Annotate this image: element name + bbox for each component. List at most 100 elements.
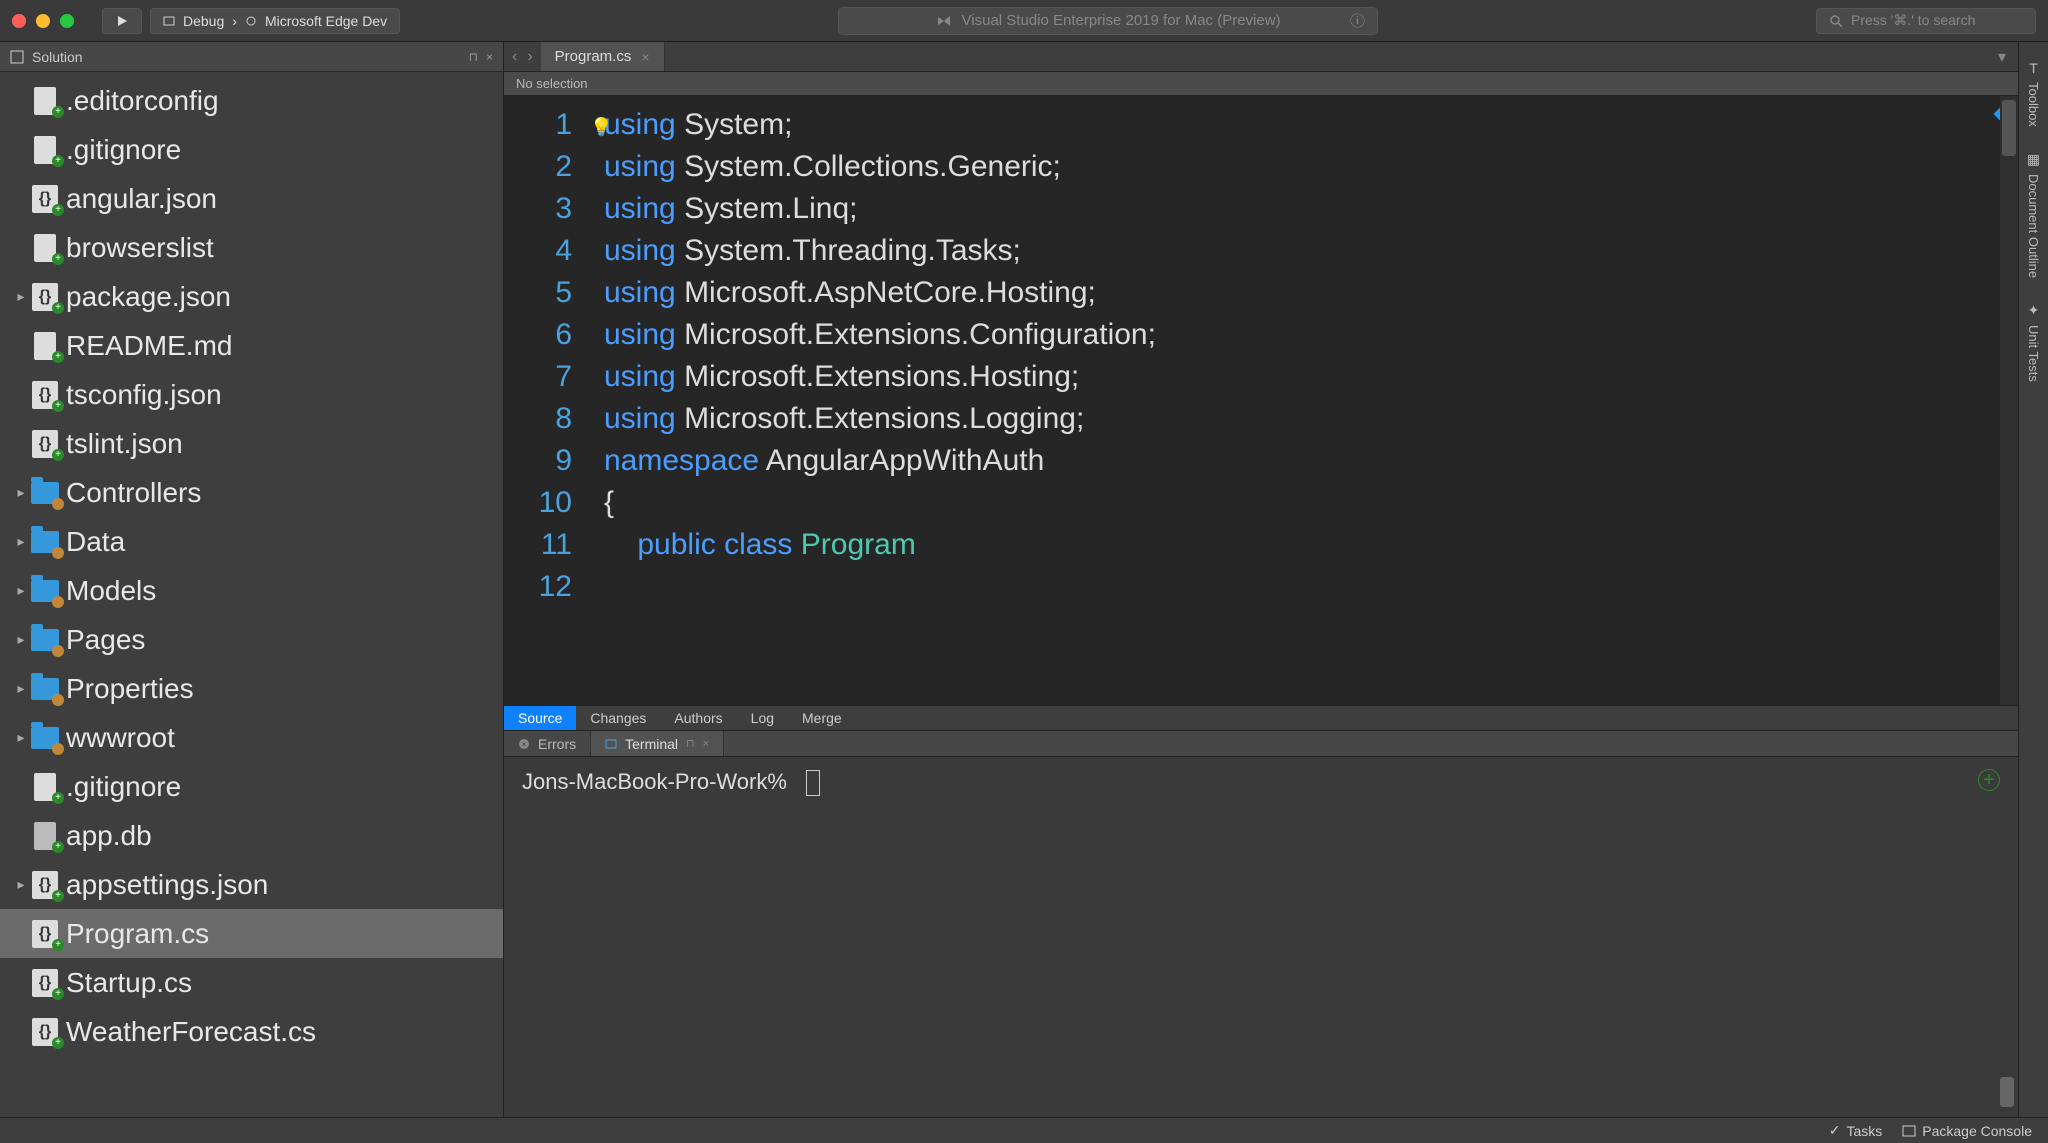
nav-forward-button[interactable]: › bbox=[527, 48, 532, 66]
tree-item-data[interactable]: ▸Data bbox=[0, 517, 503, 566]
tree-item-label: .gitignore bbox=[66, 771, 181, 803]
title-pill[interactable]: Visual Studio Enterprise 2019 for Mac (P… bbox=[838, 7, 1378, 35]
source-tab-source[interactable]: Source bbox=[504, 706, 576, 730]
tree-item-tslint-json[interactable]: {}+tslint.json bbox=[0, 419, 503, 468]
nav-back-button[interactable]: ‹ bbox=[512, 48, 517, 66]
expander-icon[interactable]: ▸ bbox=[14, 631, 28, 648]
tree-item-label: Properties bbox=[66, 673, 194, 705]
editor-scrollbar[interactable] bbox=[2000, 96, 2018, 705]
solution-header: Solution ⊓ × bbox=[0, 42, 503, 72]
tree-item-label: .gitignore bbox=[66, 134, 181, 166]
play-icon bbox=[116, 15, 128, 27]
tree-item-models[interactable]: ▸ Models bbox=[0, 566, 503, 615]
chevron-right-icon: › bbox=[232, 13, 237, 29]
rail-document-outline[interactable]: ▦Document Outline bbox=[2026, 141, 2041, 288]
tab-overflow-button[interactable]: ▾ bbox=[1986, 42, 2018, 71]
rail-icon: ✦ bbox=[2028, 302, 2040, 319]
device-icon bbox=[163, 15, 175, 27]
tree-item--editorconfig[interactable]: +.editorconfig bbox=[0, 76, 503, 125]
folder-icon bbox=[30, 478, 60, 508]
rail-unit-tests[interactable]: ✦Unit Tests bbox=[2026, 292, 2041, 392]
tree-item--gitignore[interactable]: +.gitignore bbox=[0, 125, 503, 174]
close-panel-icon[interactable]: × bbox=[486, 50, 493, 64]
tree-item-tsconfig-json[interactable]: {}+tsconfig.json bbox=[0, 370, 503, 419]
tree-item-weatherforecast-cs[interactable]: {}+WeatherForecast.cs bbox=[0, 1007, 503, 1056]
lightbulb-icon[interactable]: 💡 bbox=[590, 106, 612, 148]
solution-tree[interactable]: +.editorconfig+.gitignore{}+angular.json… bbox=[0, 72, 503, 1117]
expander-icon[interactable]: ▸ bbox=[14, 876, 28, 893]
tree-item-appsettings-json[interactable]: ▸{}+appsettings.json bbox=[0, 860, 503, 909]
editor-tab-program[interactable]: Program.cs × bbox=[541, 42, 665, 71]
source-tab-log[interactable]: Log bbox=[737, 706, 788, 730]
source-tab-changes[interactable]: Changes bbox=[576, 706, 660, 730]
json-file-icon: {}+ bbox=[30, 1017, 60, 1047]
errors-tab[interactable]: × Errors bbox=[504, 731, 591, 756]
tree-item--gitignore[interactable]: +.gitignore bbox=[0, 762, 503, 811]
tree-item-package-json[interactable]: ▸{}+package.json bbox=[0, 272, 503, 321]
source-tab-authors[interactable]: Authors bbox=[660, 706, 736, 730]
expander-icon[interactable]: ▸ bbox=[14, 680, 28, 697]
breadcrumb-text: No selection bbox=[516, 76, 588, 91]
tree-item-pages[interactable]: ▸Pages bbox=[0, 615, 503, 664]
package-console-status[interactable]: Package Console bbox=[1902, 1123, 2032, 1139]
terminal-scroll-thumb[interactable] bbox=[2000, 1077, 2014, 1107]
maximize-window-button[interactable] bbox=[60, 14, 74, 28]
tree-item-label: WeatherForecast.cs bbox=[66, 1016, 316, 1048]
error-icon: × bbox=[518, 738, 530, 750]
tree-item-label: browserslist bbox=[66, 232, 214, 264]
pin-icon[interactable]: ⊓ bbox=[686, 737, 695, 750]
expander-icon[interactable]: ▸ bbox=[14, 484, 28, 501]
close-terminal-icon[interactable]: × bbox=[703, 738, 709, 750]
window-controls bbox=[12, 14, 74, 28]
tree-item-startup-cs[interactable]: {}+Startup.cs bbox=[0, 958, 503, 1007]
pin-icon[interactable]: ⊓ bbox=[469, 50, 478, 64]
search-icon bbox=[1829, 14, 1843, 28]
source-tab-merge[interactable]: Merge bbox=[788, 706, 856, 730]
json-file-icon: {}+ bbox=[30, 380, 60, 410]
tree-item-label: Models bbox=[66, 575, 156, 607]
tree-item-controllers[interactable]: ▸Controllers bbox=[0, 468, 503, 517]
json-file-icon: {}+ bbox=[30, 282, 60, 312]
tree-item-program-cs[interactable]: {}+Program.cs bbox=[0, 909, 503, 958]
solution-title: Solution bbox=[32, 49, 83, 65]
add-terminal-button[interactable]: + bbox=[1978, 769, 2000, 791]
run-button[interactable] bbox=[102, 8, 142, 34]
tree-item-angular-json[interactable]: {}+angular.json bbox=[0, 174, 503, 223]
tasks-status[interactable]: ✓ Tasks bbox=[1829, 1122, 1883, 1139]
file-icon: + bbox=[30, 772, 60, 802]
expander-icon[interactable]: ▸ bbox=[14, 729, 28, 746]
run-configuration-selector[interactable]: Debug › Microsoft Edge Dev bbox=[150, 8, 400, 34]
close-window-button[interactable] bbox=[12, 14, 26, 28]
close-tab-icon[interactable]: × bbox=[641, 49, 649, 65]
editor-breadcrumb[interactable]: No selection bbox=[504, 72, 2018, 96]
folder-icon bbox=[30, 674, 60, 704]
file-icon: + bbox=[30, 821, 60, 851]
editor-scroll-thumb[interactable] bbox=[2002, 100, 2016, 156]
tab-label: Program.cs bbox=[555, 48, 632, 65]
terminal-label: Terminal bbox=[625, 736, 678, 752]
tree-item-wwwroot[interactable]: ▸wwwroot bbox=[0, 713, 503, 762]
config-label: Debug bbox=[183, 13, 224, 29]
expander-icon[interactable]: ▸ bbox=[14, 582, 28, 599]
global-search[interactable]: Press '⌘.' to search bbox=[1816, 8, 2036, 34]
expander-icon[interactable]: ▸ bbox=[14, 288, 28, 305]
tree-item-browserslist[interactable]: +browserslist bbox=[0, 223, 503, 272]
tree-item-properties[interactable]: ▸ Properties bbox=[0, 664, 503, 713]
terminal-tab[interactable]: Terminal ⊓ × bbox=[591, 731, 724, 756]
tree-item-label: angular.json bbox=[66, 183, 217, 215]
terminal-prompt: Jons-MacBook-Pro-Work% bbox=[522, 769, 787, 794]
json-file-icon: {}+ bbox=[30, 870, 60, 900]
tree-item-readme-md[interactable]: +README.md bbox=[0, 321, 503, 370]
file-icon: + bbox=[30, 86, 60, 116]
rail-toolbox[interactable]: TToolbox bbox=[2026, 50, 2041, 137]
minimize-window-button[interactable] bbox=[36, 14, 50, 28]
target-icon bbox=[245, 15, 257, 27]
code-editor[interactable]: 123456789101112 💡 using System;using Sys… bbox=[504, 96, 2018, 705]
terminal-panel[interactable]: Jons-MacBook-Pro-Work% + bbox=[504, 757, 2018, 1117]
info-icon[interactable]: ⓘ bbox=[1350, 10, 1365, 31]
tree-item-app-db[interactable]: +app.db bbox=[0, 811, 503, 860]
code-text[interactable]: using System;using System.Collections.Ge… bbox=[584, 96, 1156, 705]
console-icon bbox=[1902, 1125, 1916, 1137]
editor-tab-bar: ‹ › Program.cs × ▾ bbox=[504, 42, 2018, 72]
expander-icon[interactable]: ▸ bbox=[14, 533, 28, 550]
